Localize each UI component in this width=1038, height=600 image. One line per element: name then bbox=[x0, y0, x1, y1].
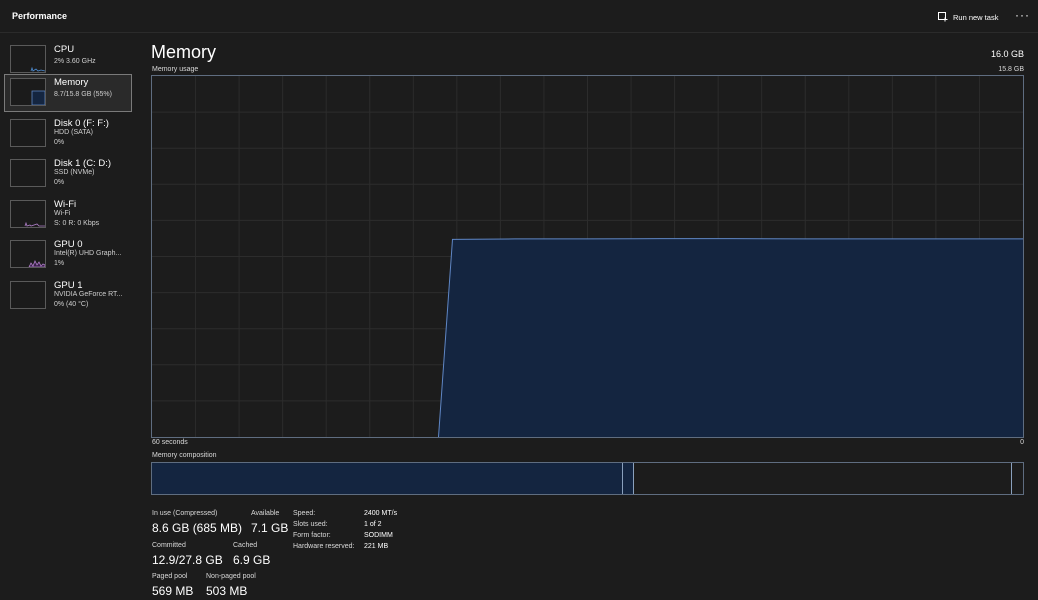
sidebar-item-gpu1[interactable]: GPU 1 NVIDIA GeForce RT... 0% (40 °C) bbox=[4, 277, 132, 315]
disk1-thumbnail bbox=[10, 159, 46, 187]
usage-chart-svg bbox=[152, 76, 1023, 438]
memory-composition-bar bbox=[151, 462, 1024, 495]
sidebar-item-detail: 0% (40 °C) bbox=[54, 301, 89, 308]
sidebar-item-label: CPU bbox=[54, 44, 75, 55]
section-title: Memory bbox=[151, 42, 217, 62]
memory-usage-chart bbox=[151, 75, 1024, 438]
total-memory: 16.0 GB bbox=[990, 49, 1024, 59]
speed-label: Speed: bbox=[293, 510, 316, 517]
chart-axis-right-label: 0 bbox=[1020, 439, 1024, 446]
sidebar-item-detail: 8.7/15.8 GB (55%) bbox=[54, 91, 112, 98]
sidebar-item-memory[interactable]: Memory 8.7/15.8 GB (55%) bbox=[4, 74, 132, 112]
title-bar: Performance Run new task ··· bbox=[0, 0, 1038, 33]
sidebar-item-detail: Intel(R) UHD Graph... bbox=[54, 250, 122, 257]
sidebar-item-wifi[interactable]: Wi-Fi Wi-Fi S: 0 R: 0 Kbps bbox=[4, 196, 132, 234]
wifi-thumbnail bbox=[10, 200, 46, 228]
slots-used-value: 1 of 2 bbox=[364, 521, 382, 528]
sidebar-item-disk0[interactable]: Disk 0 (F: F:) HDD (SATA) 0% bbox=[4, 115, 132, 153]
memory-usage-area bbox=[438, 238, 1023, 437]
page-title: Performance bbox=[12, 11, 68, 21]
memory-thumbnail bbox=[10, 78, 46, 106]
sidebar-item-label: Memory bbox=[54, 77, 89, 88]
composition-standby-segment bbox=[634, 463, 1013, 494]
slots-used-label: Slots used: bbox=[293, 521, 328, 528]
cached-value: 6.9 GB bbox=[233, 553, 271, 567]
form-factor-label: Form factor: bbox=[293, 532, 331, 539]
sidebar-item-detail: 1% bbox=[54, 260, 65, 267]
available-label: Available bbox=[251, 510, 280, 517]
sidebar-item-label: GPU 1 bbox=[54, 280, 83, 291]
sidebar-item-detail: 0% bbox=[54, 139, 65, 146]
composition-modified-segment bbox=[623, 463, 635, 494]
sidebar-item-detail: Wi-Fi bbox=[54, 210, 71, 217]
memory-composition-label: Memory composition bbox=[152, 452, 217, 459]
sidebar-item-detail: 2% 3.60 GHz bbox=[54, 58, 96, 65]
more-options-button[interactable]: ··· bbox=[1015, 8, 1030, 22]
memory-usage-max: 15.8 GB bbox=[998, 66, 1024, 73]
in-use-value: 8.6 GB (685 MB) bbox=[152, 521, 243, 535]
gpu1-thumbnail bbox=[10, 281, 46, 309]
sidebar-item-gpu0[interactable]: GPU 0 Intel(R) UHD Graph... 1% bbox=[4, 236, 132, 274]
composition-in-use-segment bbox=[152, 463, 624, 494]
sidebar-item-detail: NVIDIA GeForce RT... bbox=[54, 291, 123, 298]
speed-value: 2400 MT/s bbox=[364, 510, 398, 517]
sidebar-item-detail: S: 0 R: 0 Kbps bbox=[54, 220, 100, 227]
sidebar-item-label: GPU 0 bbox=[54, 239, 83, 250]
paged-pool-value: 569 MB bbox=[152, 584, 194, 598]
non-paged-pool-label: Non-paged pool bbox=[206, 573, 256, 580]
run-task-icon bbox=[938, 12, 948, 22]
disk0-thumbnail bbox=[10, 119, 46, 147]
in-use-label: In use (Compressed) bbox=[152, 510, 218, 517]
sidebar-item-label: Disk 1 (C: D:) bbox=[54, 158, 111, 169]
committed-value: 12.9/27.8 GB bbox=[152, 553, 223, 567]
sidebar-item-detail: SSD (NVMe) bbox=[54, 169, 95, 176]
sidebar-item-label: Disk 0 (F: F:) bbox=[54, 118, 109, 129]
cpu-thumbnail bbox=[10, 45, 46, 73]
available-value: 7.1 GB bbox=[251, 521, 289, 535]
chart-axis-left-label: 60 seconds bbox=[152, 439, 188, 446]
sidebar-item-detail: HDD (SATA) bbox=[54, 129, 94, 136]
hardware-reserved-label: Hardware reserved: bbox=[293, 543, 355, 550]
memory-usage-label: Memory usage bbox=[152, 66, 199, 73]
sidebar-item-label: Wi-Fi bbox=[54, 199, 77, 210]
cached-label: Cached bbox=[233, 542, 258, 549]
form-factor-value: SODIMM bbox=[364, 532, 393, 539]
sidebar-item-disk1[interactable]: Disk 1 (C: D:) SSD (NVMe) 0% bbox=[4, 155, 132, 193]
sidebar-item-detail: 0% bbox=[54, 179, 65, 186]
gpu0-thumbnail bbox=[10, 240, 46, 268]
sidebar: CPU 2% 3.60 GHz Memory 8.7/15.8 GB (55%)… bbox=[0, 33, 140, 600]
committed-label: Committed bbox=[152, 542, 186, 549]
run-new-task-label: Run new task bbox=[953, 12, 999, 22]
paged-pool-label: Paged pool bbox=[152, 573, 188, 580]
non-paged-pool-value: 503 MB bbox=[206, 584, 248, 598]
hardware-reserved-value: 221 MB bbox=[364, 543, 389, 550]
run-new-task-button[interactable]: Run new task bbox=[938, 10, 998, 24]
